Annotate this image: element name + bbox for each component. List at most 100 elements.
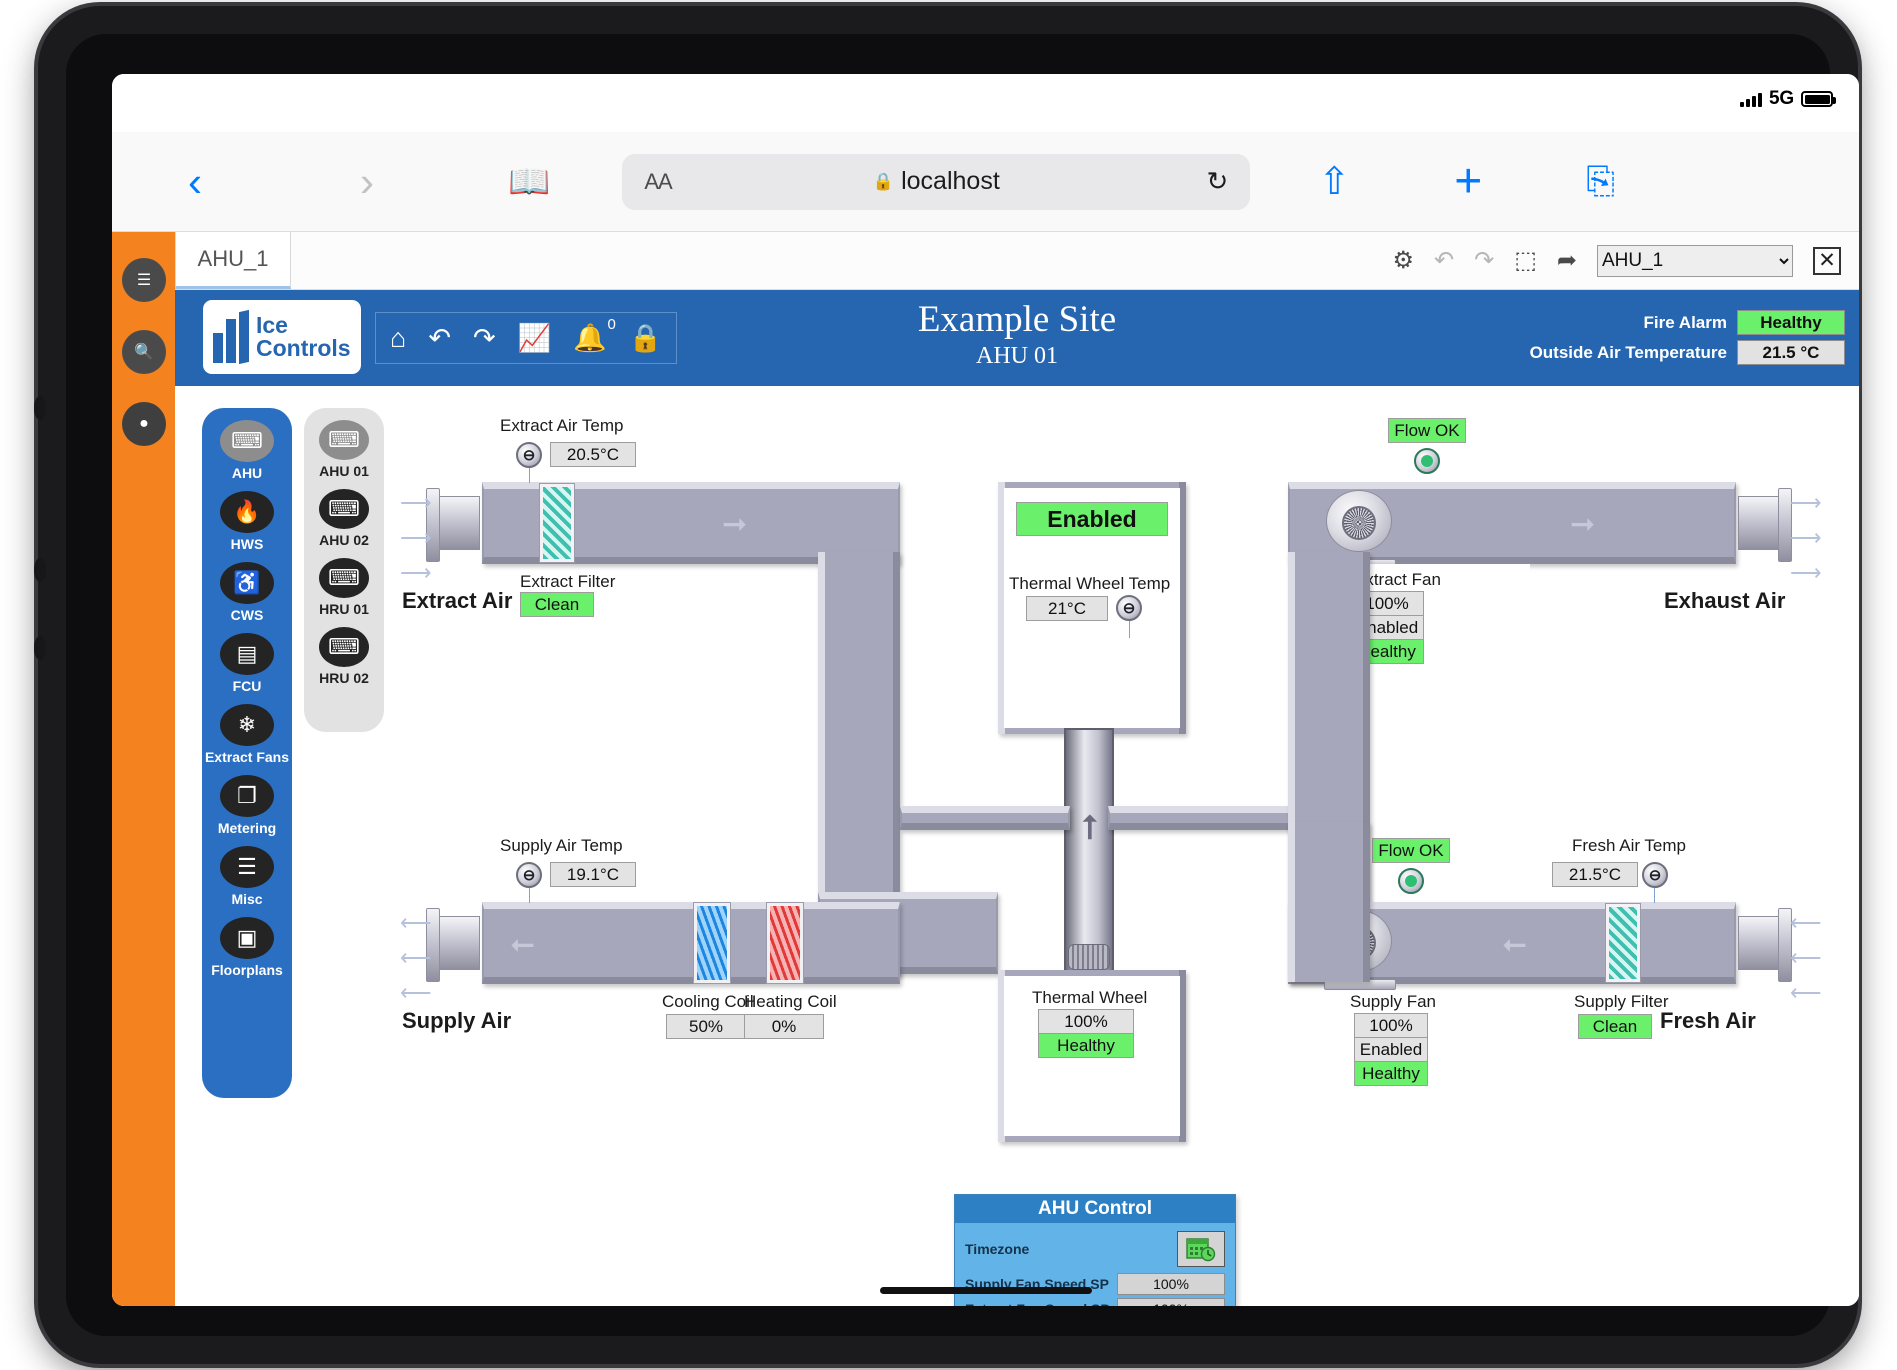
ahu-unit-icon: ⌨: [319, 420, 369, 460]
ahu-enabled-badge[interactable]: Enabled: [1016, 502, 1168, 536]
left-action-rail: ☰ 🔍 ●: [112, 232, 175, 1306]
sidebar-item-misc[interactable]: ☰ Misc: [202, 846, 292, 907]
status-bar-right: 5G: [1740, 88, 1836, 110]
ahu-plant-diagram: ⟶ ⟶ ⟶ ➞ ⊖ Extract Air Temp 20.5°C Extract …: [392, 392, 1842, 1172]
exhaust-air-outlet-cone: [1738, 488, 1792, 562]
ahu-unit-icon: ⌨: [319, 489, 369, 529]
thermal-wheel-temp-sensor-icon: ⊖: [1116, 595, 1142, 621]
sidebar-item-label: FCU: [232, 678, 262, 694]
thermal-wheel-speed-value[interactable]: 100%: [1038, 1009, 1134, 1034]
logo-line-1: Ice: [256, 312, 288, 338]
sidebar-item-ahu[interactable]: ⌨ AHU: [202, 420, 292, 481]
thermal-wheel-belt: [1064, 728, 1114, 972]
browser-toolbar: ‹ › 📖 AA 🔒 localhost ↻ ⇧ + ⎘: [112, 132, 1859, 232]
redo-icon[interactable]: ↷: [1474, 248, 1494, 273]
trend-chart-icon[interactable]: 📈: [518, 324, 552, 352]
extract-air-temp-value[interactable]: 20.5°C: [550, 442, 636, 467]
scope-select[interactable]: AHU_1AHU_2HRU_01HRU_02: [1597, 244, 1793, 277]
sidebar-item-metering[interactable]: ❐ Metering: [202, 775, 292, 836]
navigate-forward-icon[interactable]: ↷: [473, 324, 496, 352]
sidebar-item-extract-fans[interactable]: ❄ Extract Fans: [202, 704, 292, 765]
sidebar-item-floorplans[interactable]: ▣ Floorplans: [202, 917, 292, 978]
cooling-coil-element: [693, 902, 731, 984]
reload-icon[interactable]: ↻: [1207, 166, 1229, 197]
device-button-volume-up[interactable]: [34, 558, 46, 582]
thermal-wheel-temp-label: Thermal Wheel Temp: [1009, 574, 1171, 593]
supply-fan-speed-value[interactable]: 100%: [1354, 1013, 1428, 1038]
device-button-power[interactable]: [34, 396, 46, 420]
unit-item-ahu-02[interactable]: ⌨ AHU 02: [304, 489, 384, 548]
logo-text: Ice Controls: [256, 314, 351, 360]
exhaust-duct-flow-arrow: ➞: [1570, 508, 1596, 541]
tabs-overview-icon[interactable]: ⎘: [1586, 160, 1615, 203]
export-icon[interactable]: ➦: [1557, 248, 1577, 273]
supply-fan-speed-sp-value[interactable]: 100%: [1117, 1273, 1225, 1295]
heating-coil-element: [766, 902, 804, 984]
lock-icon[interactable]: 🔒: [629, 324, 663, 352]
outside-air-temp-row: Outside Air Temperature 21.5 °C: [1530, 340, 1845, 365]
address-bar[interactable]: AA 🔒 localhost ↻: [622, 153, 1251, 210]
supply-fan-state-value[interactable]: Enabled: [1354, 1037, 1428, 1062]
exhaust-air-outflow-arrows: ⟶ ⟶ ⟶: [1790, 490, 1822, 585]
bookmarks-icon[interactable]: 📖: [508, 162, 550, 202]
hamburger-menu-icon[interactable]: ☰: [122, 258, 166, 302]
logo-line-2: Controls: [256, 335, 351, 361]
new-tab-icon[interactable]: +: [1454, 154, 1482, 209]
extract-air-inflow-arrows: ⟶ ⟶ ⟶: [400, 490, 432, 585]
supply-fan-health-value[interactable]: Healthy: [1354, 1061, 1428, 1086]
app-tab-strip: AHU_1 ⚙ ↶ ↷ ⬚ ➦ AHU_1AHU_2HRU_01HRU_02 ✕: [175, 232, 1859, 290]
calendar-clock-icon[interactable]: [1177, 1231, 1225, 1267]
hru-unit-icon: ⌨: [319, 627, 369, 667]
sidebar-item-label: HWS: [230, 536, 264, 552]
undo-icon[interactable]: ↶: [1434, 248, 1454, 273]
share-icon[interactable]: ⇧: [1318, 159, 1350, 204]
thermal-wheel-health-value[interactable]: Healthy: [1038, 1033, 1134, 1058]
url-text: localhost: [901, 167, 1000, 195]
user-account-icon[interactable]: ●: [122, 402, 166, 446]
device-button-volume-down[interactable]: [34, 636, 46, 660]
fresh-temp-wire: [1654, 886, 1655, 903]
supply-fan-status-stack: 100% Enabled Healthy: [1354, 1013, 1428, 1086]
exhaust-air-label: Exhaust Air: [1664, 588, 1786, 613]
fire-alarm-label: Fire Alarm: [1643, 312, 1727, 332]
unit-item-ahu-01[interactable]: ⌨ AHU 01: [304, 420, 384, 479]
home-indicator[interactable]: [879, 1287, 1092, 1294]
extract-fan-speed-sp-value[interactable]: 100%: [1117, 1298, 1225, 1306]
select-area-icon[interactable]: ⬚: [1514, 248, 1537, 273]
fan-icon: ❄: [220, 704, 274, 746]
sidebar-item-label: Floorplans: [211, 962, 283, 978]
thermal-wheel-temp-value[interactable]: 21°C: [1026, 596, 1108, 621]
browser-back-icon[interactable]: ‹: [164, 160, 226, 203]
unit-item-hru-02[interactable]: ⌨ HRU 02: [304, 627, 384, 686]
supply-duct-flow-arrow: ➞: [510, 929, 536, 962]
centre-cross-duct-left: [900, 806, 1070, 830]
fcu-icon: ▤: [220, 633, 274, 675]
alarm-bell-icon[interactable]: 🔔 0: [573, 317, 616, 352]
aa-label: AA: [644, 168, 672, 194]
outside-air-temp-value: 21.5 °C: [1737, 340, 1845, 365]
lock-icon: 🔒: [872, 171, 895, 191]
settings-icon[interactable]: ⚙: [1392, 248, 1414, 273]
fresh-air-label: Fresh Air: [1660, 1008, 1756, 1033]
sidebar-item-fcu[interactable]: ▤ FCU: [202, 633, 292, 694]
cooling-coil-value[interactable]: 50%: [666, 1014, 746, 1039]
close-icon[interactable]: ✕: [1813, 246, 1841, 275]
navigate-back-icon[interactable]: ↶: [428, 324, 451, 352]
app-tab-ahu1[interactable]: AHU_1: [175, 232, 291, 289]
unit-item-hru-01[interactable]: ⌨ HRU 01: [304, 558, 384, 617]
unit-nav-panel: ⌨ AHU 01 ⌨ AHU 02 ⌨ HRU 01 ⌨ HRU 02: [304, 408, 384, 732]
extract-filter-status[interactable]: Clean: [520, 592, 594, 617]
text-size-button[interactable]: AA: [644, 168, 672, 195]
supply-air-temp-value[interactable]: 19.1°C: [550, 862, 636, 887]
extract-flow-status[interactable]: Flow OK: [1388, 418, 1466, 443]
search-icon[interactable]: 🔍: [122, 330, 166, 374]
home-icon[interactable]: ⌂: [390, 324, 406, 352]
supply-filter-status[interactable]: Clean: [1578, 1014, 1652, 1039]
fresh-air-temp-value[interactable]: 21.5°C: [1552, 862, 1638, 887]
supply-flow-status[interactable]: Flow OK: [1372, 838, 1450, 863]
sidebar-item-hws[interactable]: 🔥 HWS: [202, 491, 292, 552]
sidebar-item-cws[interactable]: ♿ CWS: [202, 562, 292, 623]
browser-forward-icon[interactable]: ›: [336, 160, 398, 203]
fresh-air-inflow-arrows: ⟵ ⟵ ⟵: [1790, 910, 1822, 1005]
heating-coil-value[interactable]: 0%: [744, 1014, 824, 1039]
